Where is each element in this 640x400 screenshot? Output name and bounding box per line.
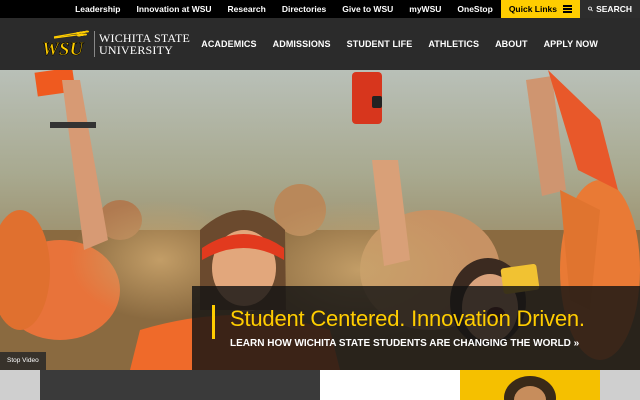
utility-link-research[interactable]: Research (220, 0, 274, 18)
utility-link-give[interactable]: Give to WSU (334, 0, 401, 18)
nav-academics[interactable]: ACADEMICS (193, 39, 264, 49)
content-strip (0, 370, 640, 400)
university-name: WICHITA STATE UNIVERSITY (99, 32, 190, 56)
main-nav: ACADEMICS ADMISSIONS STUDENT LIFE ATHLET… (193, 39, 606, 49)
nav-athletics[interactable]: ATHLETICS (420, 39, 487, 49)
hero-headline: Student Centered. Innovation Driven. (230, 306, 585, 331)
search-label: SEARCH (596, 4, 632, 14)
strip-panel-white (320, 370, 460, 400)
stop-video-button[interactable]: Stop Video (0, 352, 46, 370)
utility-link-mywsu[interactable]: myWSU (401, 0, 449, 18)
hero-subhead-link[interactable]: LEARN HOW WICHITA STATE STUDENTS ARE CHA… (230, 338, 579, 349)
strip-panel-gold (460, 370, 600, 400)
utility-link-directories[interactable]: Directories (274, 0, 334, 18)
utility-links: Leadership Innovation at WSU Research Di… (67, 0, 501, 18)
strip-gold-photo (504, 376, 556, 400)
search-button[interactable]: SEARCH (580, 0, 640, 18)
utility-link-innovation[interactable]: Innovation at WSU (128, 0, 219, 18)
nav-admissions[interactable]: ADMISSIONS (265, 39, 339, 49)
utility-link-leadership[interactable]: Leadership (67, 0, 128, 18)
hero-overlay: Student Centered. Innovation Driven. LEA… (192, 286, 640, 370)
strip-panel-right (600, 370, 640, 400)
university-name-line2: UNIVERSITY (99, 43, 173, 57)
hero-video: Student Centered. Innovation Driven. LEA… (0, 70, 640, 370)
wsu-logo[interactable]: WSU WICHITA STATE UNIVERSITY (40, 28, 190, 60)
search-icon (588, 6, 593, 12)
nav-apply-now[interactable]: APPLY NOW (536, 39, 606, 49)
strip-panel-left (0, 370, 40, 400)
utility-bar: Leadership Innovation at WSU Research Di… (0, 0, 640, 18)
menu-icon (563, 5, 572, 13)
headline-accent-bar (212, 305, 215, 339)
quick-links-label: Quick Links (508, 4, 557, 14)
quick-links-button[interactable]: Quick Links (500, 0, 580, 18)
logo-divider (94, 31, 95, 57)
logo-mark-text: WSU (42, 39, 84, 60)
utility-link-onestop[interactable]: OneStop (449, 0, 500, 18)
strip-panel-dark (40, 370, 320, 400)
nav-student-life[interactable]: STUDENT LIFE (339, 39, 421, 49)
nav-about[interactable]: ABOUT (487, 39, 536, 49)
site-header: WSU WICHITA STATE UNIVERSITY ACADEMICS A… (0, 18, 640, 70)
wsu-shocker-logo: WSU (42, 30, 89, 60)
